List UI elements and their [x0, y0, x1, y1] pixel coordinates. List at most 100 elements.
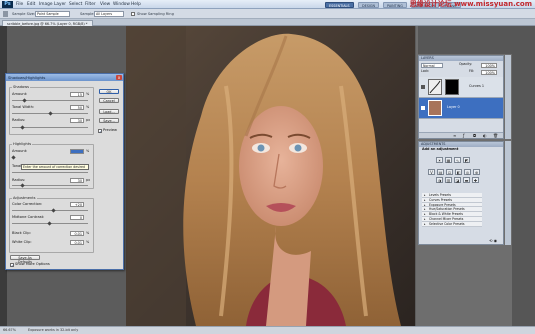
layers-footer: ∞ ƒ ◘ ◐ 🗑	[419, 132, 503, 138]
save-button[interactable]: Save...	[99, 118, 119, 123]
menu-window[interactable]: Window	[113, 0, 130, 9]
shadows-radius-unit: px	[86, 118, 91, 122]
levels-icon[interactable]: ▦	[445, 157, 452, 163]
eye-icon[interactable]	[421, 85, 425, 89]
adjustments-panel: ADJUSTMENTS Add an adjustment ☀ ▦ ∿ ◩ V …	[418, 141, 504, 245]
ok-button[interactable]: OK	[99, 89, 119, 94]
color-balance-icon[interactable]: ⚖	[446, 169, 453, 175]
link-icon[interactable]: ∞	[453, 133, 456, 138]
photoshop-logo[interactable]: Ps	[2, 1, 13, 8]
zoom-level[interactable]: 66.67%	[3, 326, 16, 334]
load-button[interactable]: Load...	[99, 109, 119, 114]
layers-panel: LAYERS Normal Opacity: 100% Lock: Fill: …	[418, 55, 504, 139]
black-white-icon[interactable]: ◧	[455, 169, 462, 175]
white-clip-field[interactable]: 0.01	[70, 240, 84, 245]
highlights-group-title: Highlights	[12, 142, 33, 146]
opacity-field[interactable]: 100%	[481, 63, 497, 68]
mask-icon[interactable]: ◘	[473, 133, 476, 138]
cancel-button[interactable]: Cancel	[99, 98, 119, 103]
layer-row-layer-0[interactable]: Layer 0	[419, 98, 503, 119]
layer-mask-thumbnail[interactable]	[445, 79, 459, 95]
shadows-tonal-label: Tonal Width:	[12, 105, 35, 109]
layer-name: Curves 1	[469, 84, 485, 88]
highlights-tonal-label: Tonal	[12, 164, 22, 168]
highlights-tonal-slider[interactable]	[12, 172, 88, 173]
eye-icon[interactable]	[421, 106, 425, 110]
status-info: Exposure works in 32-bit only	[28, 328, 79, 332]
vibrance-icon[interactable]: V	[428, 169, 435, 175]
preview-checkbox[interactable]	[98, 129, 102, 133]
exposure-icon[interactable]: ◩	[463, 157, 470, 163]
adjustment-layer-icon[interactable]: ◐	[483, 133, 487, 138]
menu-help[interactable]: Help	[131, 0, 141, 9]
layers-panel-tab[interactable]: LAYERS	[419, 56, 503, 61]
color-correction-slider[interactable]	[12, 210, 88, 211]
eyedropper-icon[interactable]	[3, 11, 8, 17]
shadows-group-title: Shadows	[12, 85, 31, 89]
invert-icon[interactable]: ◑	[436, 177, 443, 183]
sample-size-select[interactable]: Point Sample	[35, 11, 70, 17]
workspace-painting[interactable]: PAINTING	[383, 1, 407, 8]
show-more-options-checkbox[interactable]	[10, 263, 14, 267]
hue-saturation-icon[interactable]: ▤	[437, 169, 444, 175]
gradient-map-icon[interactable]: ▬	[463, 177, 470, 183]
curves-icon[interactable]: ∿	[454, 157, 461, 163]
selective-color-icon[interactable]: ✚	[472, 177, 479, 183]
black-clip-unit: %	[86, 231, 90, 235]
photo-filter-icon[interactable]: ◎	[464, 169, 471, 175]
blend-mode-select[interactable]: Normal	[421, 63, 443, 68]
midtone-contrast-field[interactable]: 0	[70, 215, 84, 220]
channel-mixer-icon[interactable]: ⊕	[473, 169, 480, 175]
portrait-photo	[126, 26, 415, 326]
save-as-defaults-button[interactable]: Save As Defaults	[10, 255, 40, 264]
sample-size-value: Point Sample	[37, 12, 59, 16]
posterize-icon[interactable]: ▥	[445, 177, 452, 183]
brightness-contrast-icon[interactable]: ☀	[436, 157, 443, 163]
menu-image[interactable]: Image	[39, 0, 52, 9]
highlights-radius-unit: px	[86, 178, 91, 182]
shadows-amount-label: Amount:	[12, 92, 28, 96]
workspace-design[interactable]: DESIGN	[358, 1, 380, 8]
preset-selective-color[interactable]: Selective Color Presets	[422, 221, 482, 227]
adjustments-group-title: Adjustments	[12, 196, 37, 200]
layer-row-curves[interactable]: Curves 1	[419, 77, 503, 98]
document-tab[interactable]: scribble_before.jpg @ 66.7% (Layer 0, RG…	[2, 19, 93, 26]
layer-thumbnail[interactable]	[428, 100, 442, 116]
menu-edit[interactable]: Edit	[27, 0, 35, 9]
menu-view[interactable]: View	[100, 0, 110, 9]
fill-field[interactable]: 100%	[481, 70, 497, 75]
close-icon[interactable]: x	[116, 75, 122, 80]
panel-footer-icons[interactable]: ⟲ ◉	[489, 238, 503, 244]
menu-layer[interactable]: Layer	[54, 0, 66, 9]
black-clip-field[interactable]: 0.01	[70, 231, 84, 236]
menu-select[interactable]: Select	[69, 0, 82, 9]
preview-label: Preview	[103, 128, 117, 132]
workspace-essentials[interactable]: ESSENTIALS	[325, 1, 354, 8]
shadows-radius-field[interactable]: 30	[70, 118, 84, 123]
threshold-icon[interactable]: ◪	[454, 177, 461, 183]
shadows-tonal-field[interactable]: 50	[70, 105, 84, 110]
color-correction-field[interactable]: +20	[70, 202, 84, 207]
highlights-radius-field[interactable]: 30	[70, 178, 84, 183]
highlights-amount-field[interactable]	[70, 149, 84, 154]
trash-icon[interactable]: 🗑	[493, 133, 498, 138]
fill-label: Fill:	[469, 69, 475, 73]
show-more-options-label: Show More Options	[15, 262, 50, 266]
menu-filter[interactable]: Filter	[85, 0, 96, 9]
shadows-highlights-dialog: Shadows/Highlights x Shadows Amount: 15 …	[5, 73, 124, 270]
shadows-amount-unit: %	[86, 92, 90, 96]
sample-select[interactable]: All Layers	[94, 11, 124, 17]
fx-icon[interactable]: ƒ	[463, 133, 464, 138]
adjustments-scrollbar[interactable]	[505, 141, 511, 245]
show-ring-checkbox[interactable]	[131, 12, 135, 16]
menu-file[interactable]: File	[16, 0, 23, 9]
adjustments-header: Add an adjustment	[422, 147, 459, 151]
midtone-contrast-label: Midtone Contrast:	[12, 215, 45, 219]
presets-list: Levels Presets Curves Presets Exposure P…	[422, 193, 482, 227]
highlights-amount-unit: %	[86, 149, 90, 153]
show-ring-label: Show Sampling Ring	[137, 12, 174, 16]
dialog-title[interactable]: Shadows/Highlights	[6, 74, 123, 81]
layers-scrollbar[interactable]	[505, 55, 511, 139]
white-clip-label: White Clip:	[12, 240, 32, 244]
shadows-amount-field[interactable]: 15	[70, 92, 84, 97]
